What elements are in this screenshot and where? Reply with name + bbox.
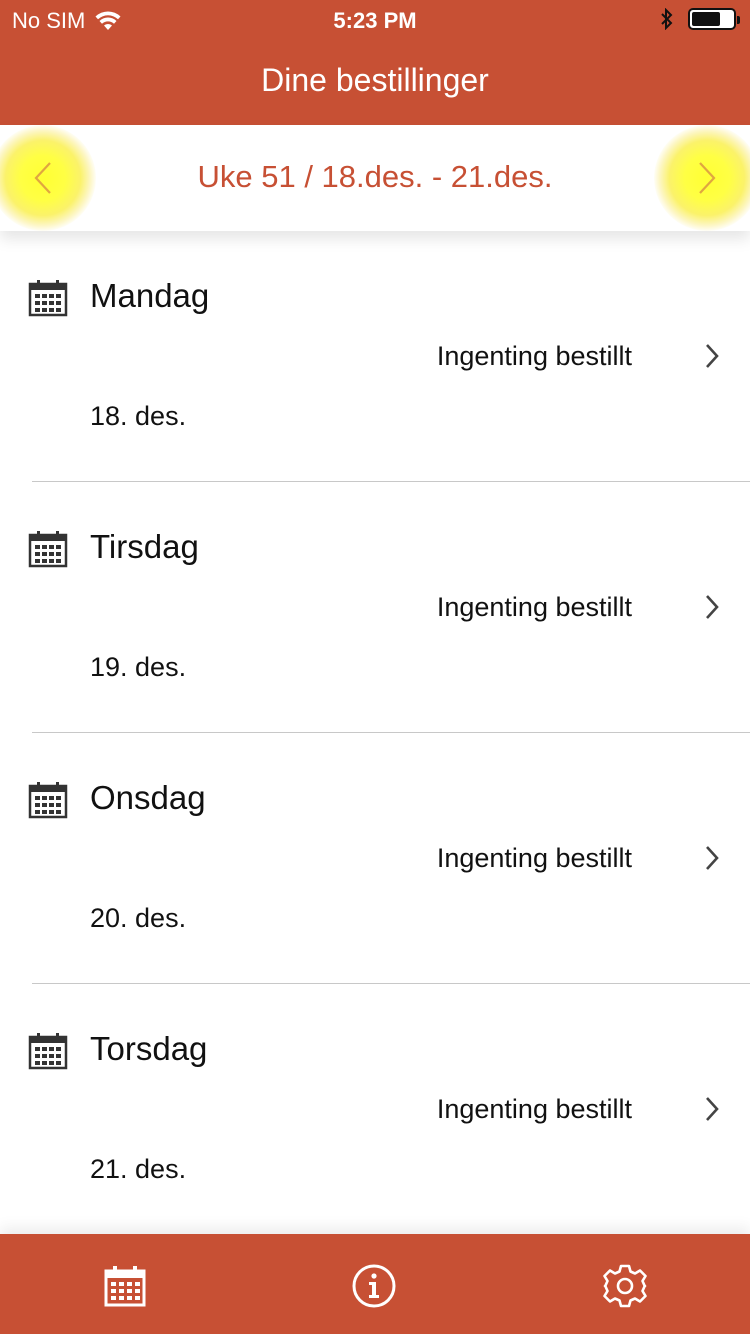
info-icon: [352, 1264, 396, 1308]
day-row[interactable]: Mandag Ingenting bestillt 18. des.: [0, 231, 750, 482]
chevron-right-icon: [704, 594, 720, 625]
calendar-icon: [104, 1266, 146, 1307]
tab-calendar[interactable]: [101, 1262, 149, 1310]
page-title: Dine bestillinger: [261, 62, 489, 98]
bluetooth-icon: [661, 8, 673, 30]
day-name: Torsdag: [90, 1030, 208, 1067]
next-week-button[interactable]: [654, 125, 750, 231]
week-label: Uke 51 / 18.des. - 21.des.: [197, 159, 553, 194]
day-list: Mandag Ingenting bestillt 18. des. Tirsd…: [0, 231, 750, 1234]
tab-settings[interactable]: [601, 1262, 649, 1310]
week-selector: Uke 51 / 18.des. - 21.des.: [0, 125, 750, 231]
settings-icon: [603, 1264, 647, 1308]
day-date: 19. des.: [90, 652, 187, 682]
chevron-right-icon: [704, 1096, 720, 1127]
day-row[interactable]: Tirsdag Ingenting bestillt 19. des.: [0, 482, 750, 733]
day-name: Onsdag: [90, 779, 206, 816]
order-status: Ingenting bestillt: [436, 1094, 632, 1124]
battery-cap: [737, 16, 740, 24]
status-time: 5:23 PM: [333, 8, 417, 33]
tab-bar: [0, 1234, 750, 1334]
calendar-icon: [28, 1032, 68, 1075]
order-status: Ingenting bestillt: [436, 843, 632, 873]
day-date: 20. des.: [90, 903, 187, 933]
battery-level: [692, 12, 720, 26]
calendar-icon: [28, 530, 68, 573]
battery-icon: [688, 8, 740, 30]
day-date: 21. des.: [90, 1154, 187, 1184]
chevron-right-icon: [699, 162, 716, 194]
day-name: Tirsdag: [90, 528, 199, 565]
tab-info[interactable]: [350, 1262, 398, 1310]
day-date: 18. des.: [90, 401, 187, 431]
calendar-icon: [28, 781, 68, 824]
status-bar: No SIM 5:23 PM: [0, 0, 750, 40]
chevron-right-icon: [704, 343, 720, 374]
chevron-right-icon: [704, 845, 720, 876]
calendar-icon: [28, 279, 68, 322]
app-header: No SIM 5:23 PM Dine bestillinger: [0, 0, 750, 125]
day-row[interactable]: Torsdag Ingenting bestillt 21. des.: [0, 984, 750, 1234]
order-status: Ingenting bestillt: [436, 592, 632, 622]
day-name: Mandag: [90, 277, 210, 314]
day-row[interactable]: Onsdag Ingenting bestillt 20. des.: [0, 733, 750, 984]
status-right-group: [660, 8, 740, 30]
order-status: Ingenting bestillt: [436, 341, 632, 371]
